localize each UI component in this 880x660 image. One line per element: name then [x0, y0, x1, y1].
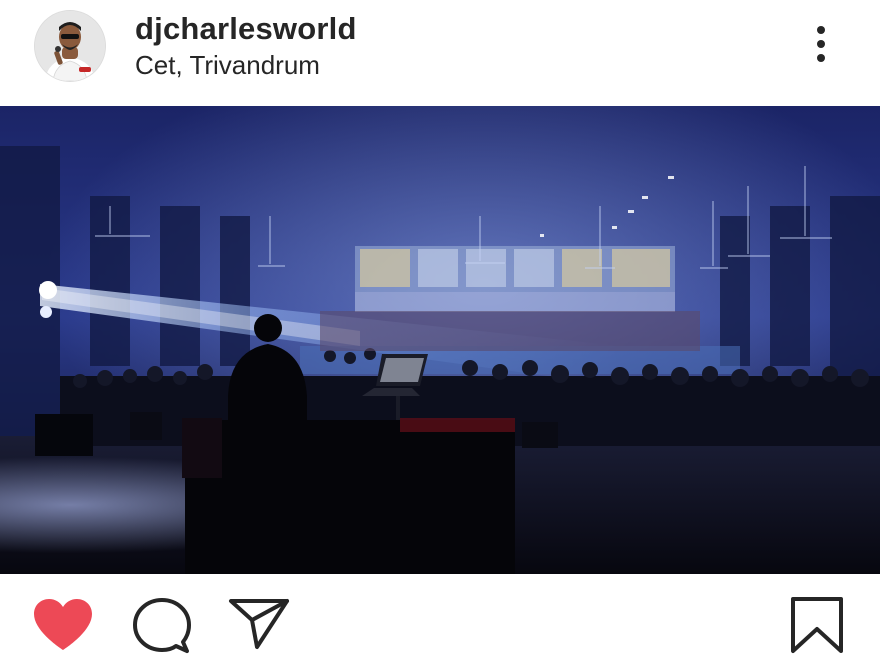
share-button[interactable]: [228, 598, 290, 655]
post-header: djcharlesworld Cet, Trivandrum: [0, 0, 880, 106]
avatar[interactable]: [35, 11, 105, 81]
heart-icon: [34, 599, 92, 650]
post-photo[interactable]: [0, 106, 880, 574]
more-options-button[interactable]: [800, 22, 840, 68]
vertical-ellipsis-icon: [817, 26, 825, 62]
post-location[interactable]: Cet, Trivandrum: [135, 50, 320, 81]
paper-plane-icon: [229, 599, 289, 649]
comment-button[interactable]: [133, 598, 191, 659]
save-button[interactable]: [790, 596, 844, 659]
avatar-image: [35, 11, 105, 81]
concert-photo-image: [0, 106, 880, 574]
speech-bubble-icon: [133, 598, 191, 653]
post-actions-bar: [0, 574, 880, 660]
post-username[interactable]: djcharlesworld: [135, 11, 357, 47]
bookmark-icon: [791, 597, 843, 653]
like-button[interactable]: [32, 598, 94, 657]
